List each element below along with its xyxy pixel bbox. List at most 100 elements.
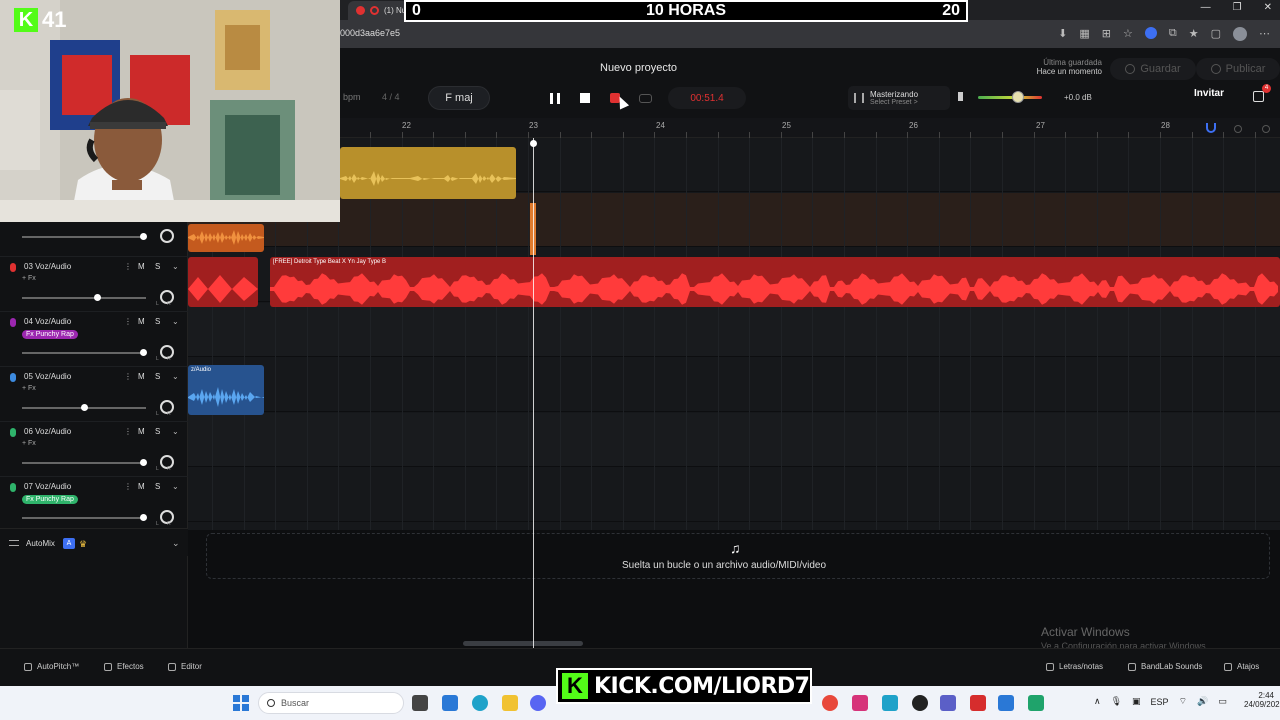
snap-magnet-icon[interactable] [1206,123,1216,133]
speaker-icon[interactable]: 🔊 [1197,696,1208,707]
apps-icon[interactable]: ▦ [1079,27,1089,41]
close-window-icon[interactable]: ✕ [1264,2,1272,13]
track-fx[interactable]: + Fx [22,440,36,447]
track-row[interactable]: 03 Voz/Audio + Fx ⋮ M S ⌄ L R [0,257,188,312]
track-name[interactable]: 06 Voz/Audio [24,427,71,436]
audio-clip-orange[interactable] [188,224,264,252]
track-fx[interactable]: Fx Punchy Rap [22,495,78,504]
audio-clip-yellow[interactable] [340,147,516,199]
track-volume-thumb[interactable] [139,349,147,356]
audio-clip-red-beat[interactable]: [FREE] Detroit Type Beat X Yn Jay Type B [270,257,1280,307]
chevron-down-icon[interactable]: ⌄ [172,317,179,326]
track-volume-slider[interactable] [22,236,146,238]
track-volume-thumb[interactable] [80,404,88,411]
pan-knob[interactable] [160,229,174,243]
lyrics-button[interactable]: Letras/notas [1046,662,1103,671]
obs-icon[interactable] [912,695,928,711]
lane-2[interactable] [188,193,1280,247]
project-title[interactable]: Nuevo proyecto [600,62,677,74]
key-button[interactable]: F maj [428,86,490,110]
chevron-down-icon[interactable]: ⌄ [172,262,179,271]
zoom-out-icon[interactable] [1234,125,1242,133]
audio-clip-blue[interactable]: z/Audio [188,365,264,415]
mastering-button[interactable]: Masterizando Select Preset > [848,86,950,110]
track-row[interactable]: 04 Voz/Audio Fx Punchy Rap ⋮ M S ⌄ L R [0,312,188,367]
track-row[interactable]: 05 Voz/Audio + Fx ⋮ M S ⌄ L R [0,367,188,422]
zoom-in-icon[interactable] [1262,125,1270,133]
extension-icon[interactable] [1144,27,1157,39]
app-icon-pink[interactable] [852,695,868,711]
effects-button[interactable]: Efectos [104,662,144,671]
edge-icon[interactable] [472,695,488,711]
tabs-icon[interactable]: ▢ [1211,27,1221,41]
master-volume-slider[interactable] [978,96,1042,99]
track-menu-icon[interactable]: ⋮ [124,482,132,491]
tray-lang[interactable]: ESP [1151,697,1169,707]
calculator-icon[interactable] [1028,695,1044,711]
automix-row[interactable]: AutoMix A ♛ ⌄ [0,528,188,556]
timeline-ruler[interactable]: 22 23 24 25 26 27 28 [188,118,1280,138]
pause-button[interactable] [540,86,570,110]
download-icon[interactable]: ⬇ [1058,27,1067,41]
chevron-down-icon[interactable]: ⌄ [172,372,179,381]
track-volume-slider[interactable] [22,517,146,519]
track-row[interactable]: 06 Voz/Audio + Fx ⋮ M S ⌄ L R [0,422,188,477]
taskbar-clock[interactable]: 2:44 24/09/2025 [1244,691,1280,709]
favorites-icon[interactable]: ★ [1189,27,1199,41]
track-menu-icon[interactable]: ⋮ [124,427,132,436]
solo-button[interactable]: S [155,317,160,326]
bpm-label[interactable]: bpm [343,92,361,102]
lane-4[interactable] [188,303,1280,357]
mute-button[interactable]: M [138,372,145,381]
task-view-icon[interactable] [412,695,428,711]
mute-button[interactable]: M [138,317,145,326]
track-menu-icon[interactable]: ⋮ [124,262,132,271]
volume-icon[interactable] [958,92,967,101]
track-volume-thumb[interactable] [139,514,147,521]
autopitch-button[interactable]: AutoPitch™ [24,662,79,671]
stop-button[interactable] [570,86,600,110]
shortcuts-button[interactable]: Atajos [1224,662,1259,671]
track-fx[interactable]: + Fx [22,275,36,282]
track-menu-icon[interactable]: ⋮ [124,372,132,381]
tray-app-icon[interactable]: ▣ [1132,696,1141,707]
microphone-icon[interactable]: 🎙 [1111,696,1122,707]
loop-button[interactable] [630,86,660,110]
extensions-icon[interactable]: ⊞ [1102,27,1111,41]
mute-button[interactable]: M [138,262,145,271]
mute-button[interactable]: M [138,482,145,491]
discord-icon[interactable] [530,695,546,711]
bookmark-star-icon[interactable]: ☆ [1123,27,1133,41]
track-volume-thumb[interactable] [94,294,101,301]
track-name[interactable]: 07 Voz/Audio [24,482,71,491]
store-icon[interactable] [442,695,458,711]
taskbar-search[interactable]: Buscar [258,692,404,714]
lane-5[interactable] [188,358,1280,412]
wifi-icon[interactable]: ⌔ [1179,696,1187,707]
profile-avatar-icon[interactable] [1233,27,1247,41]
chevron-down-icon[interactable]: ⌄ [172,427,179,436]
track-name[interactable]: 04 Voz/Audio [24,317,71,326]
track-name[interactable]: 03 Voz/Audio [24,262,71,271]
master-volume-thumb[interactable] [1011,91,1024,103]
track-volume-thumb[interactable] [140,233,147,240]
track-menu-icon[interactable]: ⋮ [124,317,132,326]
windows-start-icon[interactable] [233,695,249,711]
solo-button[interactable]: S [155,262,160,271]
time-signature[interactable]: 4 / 4 [382,92,400,102]
track-volume-slider[interactable] [22,462,146,464]
menu-dots-icon[interactable]: ⋯ [1259,27,1270,41]
minimize-icon[interactable]: — [1201,2,1211,13]
solo-button[interactable]: S [155,427,160,436]
app-icon-red[interactable] [970,695,986,711]
horizontal-scrollbar[interactable] [463,641,583,646]
track-name[interactable]: 05 Voz/Audio [24,372,71,381]
chevron-down-icon[interactable]: ⌄ [172,538,180,549]
track-02-partial[interactable]: + Fx [0,216,188,257]
save-button[interactable]: Guardar [1110,58,1196,80]
solo-button[interactable]: S [155,372,160,381]
track-volume-slider[interactable] [22,297,146,299]
app-icon-blue[interactable] [882,695,898,711]
track-volume-thumb[interactable] [139,459,147,466]
publish-button[interactable]: Publicar [1196,58,1280,80]
